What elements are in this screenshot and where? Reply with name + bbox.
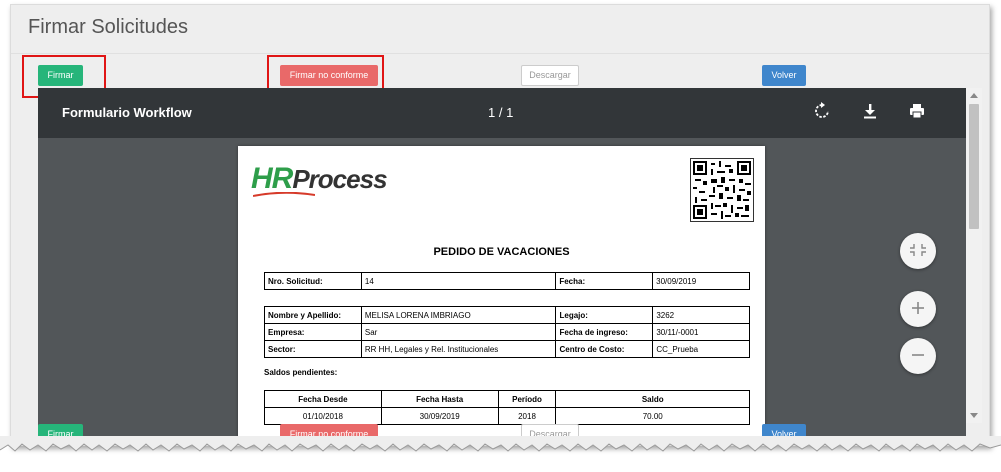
- download-icon[interactable]: [860, 101, 880, 121]
- pdf-page-indicator: 1 / 1: [488, 105, 514, 120]
- sector-value: RR HH, Legales y Rel. Institucionales: [360, 340, 557, 358]
- cost-center-value: CC_Prueba: [652, 340, 750, 358]
- table-cell: 70.00: [555, 407, 750, 425]
- hr-process-logo: HRProcess: [251, 162, 388, 197]
- zoom-in-icon[interactable]: [900, 291, 936, 327]
- company-label: Empresa:: [264, 323, 362, 341]
- file-number-label: Legajo:: [555, 306, 654, 324]
- pdf-page: HRProcess PEDIDO DE VACACIONES Nro. Soli…: [238, 146, 765, 438]
- pdf-document-title: Formulario Workflow: [62, 105, 192, 120]
- torn-edge-decoration: [0, 436, 1001, 452]
- hire-date-label: Fecha de ingreso:: [555, 323, 654, 341]
- company-value: Sar: [360, 323, 557, 341]
- qr-code: [690, 158, 754, 222]
- hire-date-value: 30/11/-0001: [652, 323, 750, 341]
- table-cell: 01/10/2018: [264, 407, 382, 425]
- table-row: 01/10/2018 30/09/2019 2018 70.00: [264, 407, 750, 425]
- cost-center-label: Centro de Costo:: [555, 340, 654, 358]
- request-number-value: 14: [360, 272, 557, 290]
- pending-balances-label: Saldos pendientes:: [264, 368, 338, 377]
- pdf-toolbar: Formulario Workflow 1 / 1: [38, 88, 966, 138]
- sign-requests-panel: Firmar Solicitudes Firmar Firmar no conf…: [10, 4, 990, 446]
- fit-to-page-icon[interactable]: [900, 233, 936, 269]
- table-cell: 30/09/2019: [380, 407, 499, 425]
- file-number-value: 3262: [652, 306, 750, 324]
- rotate-icon[interactable]: [812, 101, 832, 121]
- scrollbar-thumb[interactable]: [969, 104, 979, 229]
- page-title: Firmar Solicitudes: [28, 16, 189, 38]
- back-button-top[interactable]: Volver: [762, 65, 806, 86]
- column-header: Período: [497, 390, 557, 408]
- name-value: MELISA LORENA IMBRIAGO: [360, 306, 557, 324]
- document-title: PEDIDO DE VACACIONES: [433, 246, 570, 258]
- scroll-up-icon[interactable]: [970, 93, 978, 98]
- request-date-label: Fecha:: [555, 272, 654, 290]
- request-date-value: 30/09/2019: [652, 272, 750, 290]
- table-cell: 2018: [497, 407, 557, 425]
- employee-info-table: Nombre y Apellido: MELISA LORENA IMBRIAG…: [264, 306, 750, 358]
- request-info-table: Nro. Solicitud: 14 Fecha: 30/09/2019: [264, 272, 750, 290]
- page-scrollbar[interactable]: [966, 88, 982, 423]
- print-icon[interactable]: [907, 101, 927, 121]
- request-number-label: Nro. Solicitud:: [264, 272, 362, 290]
- download-button-top[interactable]: Descargar: [521, 65, 579, 86]
- title-divider: [11, 53, 989, 54]
- name-label: Nombre y Apellido:: [264, 306, 362, 324]
- column-header: Fecha Hasta: [380, 390, 499, 408]
- zoom-out-icon[interactable]: [900, 338, 936, 374]
- column-header: Saldo: [555, 390, 750, 408]
- column-header: Fecha Desde: [264, 390, 382, 408]
- sector-label: Sector:: [264, 340, 362, 358]
- pending-balances-table: Fecha Desde Fecha Hasta Período Saldo 01…: [264, 390, 750, 425]
- scroll-down-icon[interactable]: [970, 413, 978, 418]
- pdf-viewer: Formulario Workflow 1 / 1 HRProcess PEDI…: [38, 88, 966, 438]
